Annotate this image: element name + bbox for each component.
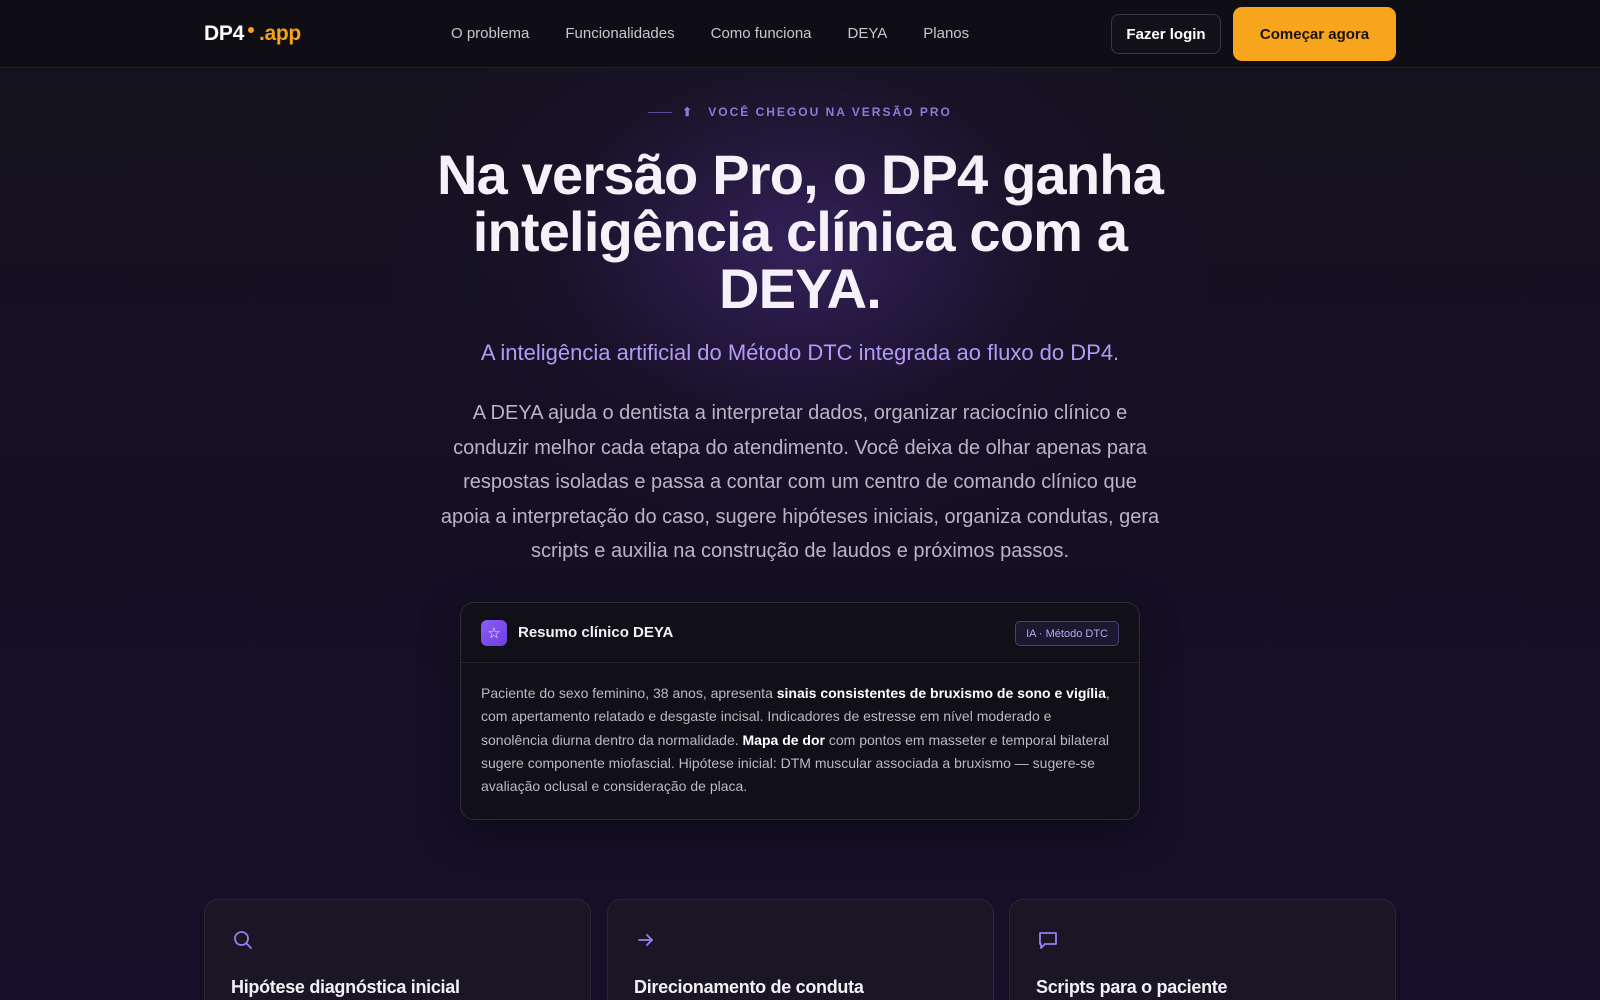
logo-main: DP4 — [204, 22, 244, 45]
top-navigation: DP4 .app O problema Funcionalidades Como… — [0, 0, 1600, 68]
eyebrow-text: VOCÊ CHEGOU NA VERSÃO PRO — [708, 105, 952, 119]
logo[interactable]: DP4 .app — [204, 22, 301, 46]
chat-bubble-icon — [1039, 932, 1057, 949]
logo-suffix: .app — [258, 22, 301, 45]
nav-link-o-problema[interactable]: O problema — [451, 25, 529, 42]
hero-title: Na versão Pro, o DP4 ganha inteligência … — [436, 143, 1164, 320]
ai-method-badge: IA · Método DTC — [1015, 621, 1119, 646]
start-now-button[interactable]: Começar agora — [1233, 7, 1396, 61]
card-body: Paciente do sexo feminino, 38 anos, apre… — [461, 663, 1139, 798]
nav-link-deya[interactable]: DEYA — [848, 25, 888, 42]
nav-links: O problema Funcionalidades Como funciona… — [451, 25, 969, 42]
feature-card-hypothesis[interactable]: Hipótese diagnóstica inicial — [204, 899, 591, 1000]
feature-card-conduct[interactable]: Direcionamento de conduta — [607, 899, 994, 1000]
hero-subtitle: A inteligência artificial do Método DTC … — [480, 340, 1120, 365]
eyebrow-line — [648, 111, 673, 113]
nav-link-como-funciona[interactable]: Como funciona — [711, 25, 812, 42]
search-icon — [234, 931, 252, 949]
summary-bold-1: sinais consistentes de bruxismo de sono … — [776, 685, 1106, 701]
summary-text-1: Paciente do sexo feminino, 38 anos, apre… — [481, 685, 777, 701]
feature-title: Direcionamento de conduta — [634, 977, 864, 997]
arrow-right-icon — [638, 934, 653, 946]
card-header: ☆ Resumo clínico DEYA IA · Método DTC — [461, 603, 1139, 663]
star-icon: ☆ — [481, 620, 507, 646]
feature-card-scripts[interactable]: Scripts para o paciente — [1009, 899, 1396, 1000]
hero-description: A DEYA ajuda o dentista a interpretar da… — [440, 402, 1160, 562]
arrow-up-icon: ⬆ — [682, 105, 695, 119]
feature-title: Hipótese diagnóstica inicial — [231, 977, 460, 997]
nav-link-funcionalidades[interactable]: Funcionalidades — [565, 25, 674, 42]
feature-title: Scripts para o paciente — [1036, 977, 1228, 997]
nav-link-planos[interactable]: Planos — [923, 25, 969, 42]
logo-dot — [247, 27, 254, 33]
eyebrow: ⬆ VOCÊ CHEGOU NA VERSÃO PRO — [0, 105, 1600, 119]
clinical-summary-card: ☆ Resumo clínico DEYA IA · Método DTC Pa… — [460, 602, 1140, 820]
card-title: Resumo clínico DEYA — [518, 624, 674, 641]
summary-bold-2: Mapa de dor — [742, 731, 825, 748]
login-button[interactable]: Fazer login — [1111, 14, 1221, 54]
